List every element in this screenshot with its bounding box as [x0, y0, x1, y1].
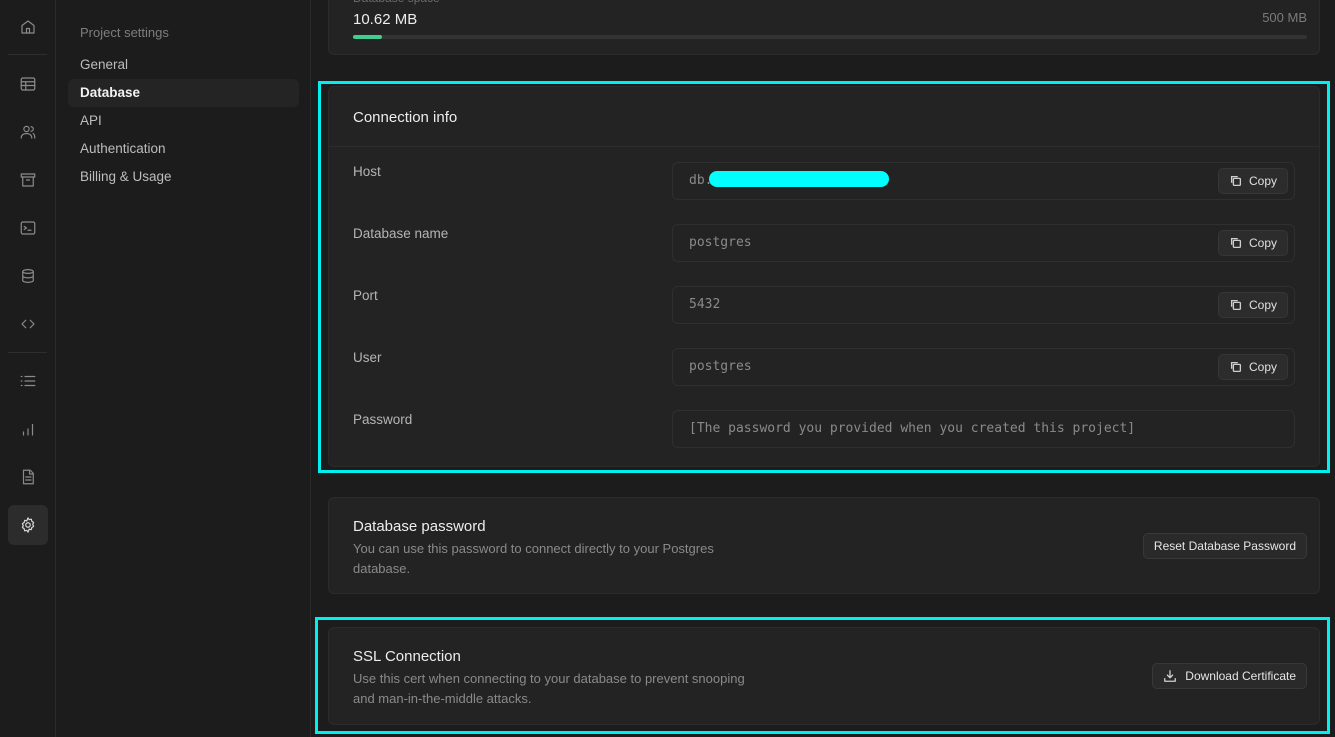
copy-label: Copy	[1248, 298, 1277, 312]
settings-sidebar: Project settings General Database API Au…	[56, 0, 311, 737]
ssl-connection-description: Use this cert when connecting to your da…	[353, 671, 745, 706]
rail-divider	[8, 352, 47, 353]
connection-info-panel: Connection info Host db. .supabase.co Co…	[328, 86, 1320, 467]
rail-divider	[8, 54, 47, 55]
panel-divider	[329, 146, 1319, 147]
ssl-connection-panel: SSL Connection Use this cert when connec…	[328, 627, 1320, 725]
copy-database-name-button[interactable]: Copy	[1217, 230, 1288, 256]
copy-label: Copy	[1248, 360, 1277, 374]
rail-authentication[interactable]	[8, 112, 48, 152]
rail-api-docs[interactable]	[8, 304, 48, 344]
copy-icon	[1230, 361, 1242, 373]
password-value: [The password you provided when you crea…	[689, 421, 1136, 436]
download-certificate-button[interactable]: Download Certificate	[1152, 663, 1307, 689]
database-password-title: Database password	[353, 518, 486, 535]
database-password-description: You can use this password to connect dir…	[353, 541, 714, 576]
usage-label: Database space	[353, 0, 440, 5]
usage-value: 10.62 MB	[353, 11, 418, 28]
rail-reports[interactable]	[8, 409, 48, 449]
list-icon	[20, 375, 36, 387]
host-label: Host	[353, 164, 381, 179]
sidebar-item-general[interactable]: General	[68, 51, 299, 79]
user-value: postgres	[689, 359, 752, 374]
copy-host-button[interactable]: Copy	[1217, 168, 1288, 194]
rail-docs[interactable]	[8, 457, 48, 497]
database-icon	[22, 269, 34, 283]
download-certificate-label: Download Certificate	[1185, 669, 1296, 683]
database-name-field[interactable]: postgres Copy	[672, 224, 1295, 262]
usage-progress-fill	[353, 35, 382, 39]
rail-database[interactable]	[8, 256, 48, 296]
database-name-value: postgres	[689, 235, 752, 250]
code-icon	[21, 319, 35, 329]
rail-storage[interactable]	[8, 160, 48, 200]
icon-rail	[0, 0, 56, 737]
port-value: 5432	[689, 297, 721, 312]
home-icon	[21, 20, 35, 34]
terminal-icon	[20, 221, 36, 235]
download-icon	[1164, 670, 1177, 682]
users-icon	[20, 125, 36, 139]
rail-home[interactable]	[8, 7, 48, 47]
database-space-panel: Database space 10.62 MB 500 MB	[328, 0, 1320, 55]
connection-info-title: Connection info	[353, 109, 458, 126]
user-field[interactable]: postgres Copy	[672, 348, 1295, 386]
sidebar-item-api[interactable]: API	[68, 107, 299, 135]
main-content: Database space 10.62 MB 500 MB Connectio…	[312, 0, 1335, 737]
ssl-connection-title: SSL Connection	[353, 648, 461, 665]
copy-icon	[1230, 299, 1242, 311]
rail-table-editor[interactable]	[8, 64, 48, 104]
user-label: User	[353, 350, 382, 365]
copy-icon	[1230, 237, 1242, 249]
database-name-label: Database name	[353, 226, 449, 241]
sidebar-item-billing[interactable]: Billing & Usage	[68, 163, 299, 191]
copy-icon	[1230, 175, 1242, 187]
password-field[interactable]: [The password you provided when you crea…	[672, 410, 1295, 448]
database-password-panel: Database password You can use this passw…	[328, 497, 1320, 594]
copy-label: Copy	[1248, 174, 1277, 188]
port-field[interactable]: 5432 Copy	[672, 286, 1295, 324]
copy-user-button[interactable]: Copy	[1217, 354, 1288, 380]
sidebar-item-database[interactable]: Database	[68, 79, 299, 107]
copy-port-button[interactable]: Copy	[1217, 292, 1288, 318]
port-label: Port	[353, 288, 378, 303]
gear-icon	[21, 517, 35, 533]
usage-max: 500 MB	[1262, 10, 1307, 25]
redaction-mark	[709, 171, 889, 187]
bar-chart-icon	[22, 423, 34, 436]
rail-sql-editor[interactable]	[8, 208, 48, 248]
rail-logs[interactable]	[8, 361, 48, 401]
rail-settings[interactable]	[8, 505, 48, 545]
sidebar-item-authentication[interactable]: Authentication	[68, 135, 299, 163]
usage-progress-bar	[353, 35, 1307, 39]
document-icon	[22, 469, 34, 485]
password-label: Password	[353, 412, 413, 427]
host-field[interactable]: db. .supabase.co Copy	[672, 162, 1295, 200]
table-icon	[20, 77, 36, 91]
copy-label: Copy	[1248, 236, 1277, 250]
reset-database-password-button[interactable]: Reset Database Password	[1142, 533, 1307, 559]
sidebar-heading: Project settings	[80, 25, 169, 40]
archive-icon	[20, 173, 36, 187]
